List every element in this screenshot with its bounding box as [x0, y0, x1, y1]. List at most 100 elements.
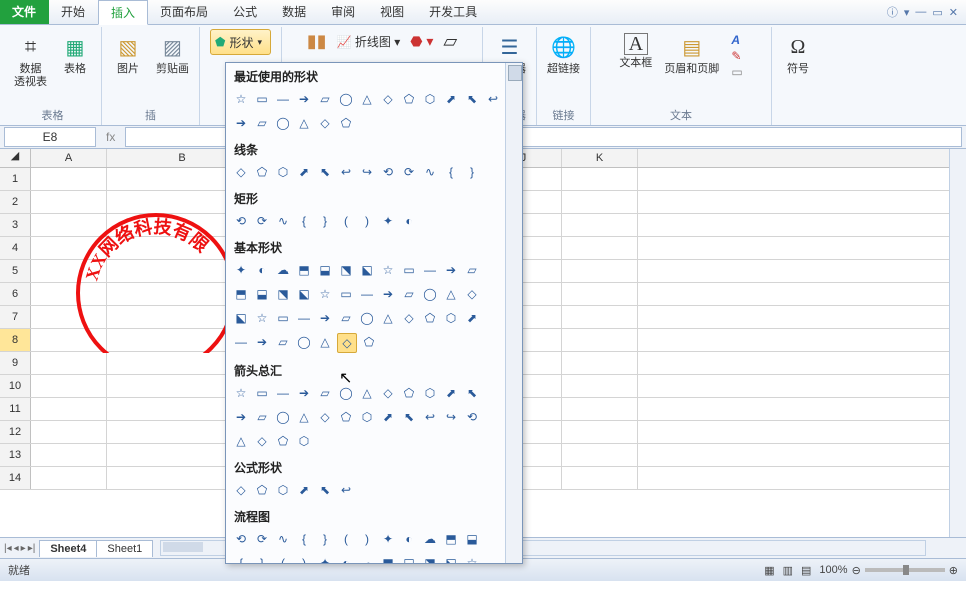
minimize-icon[interactable]: — — [915, 6, 926, 18]
shape-option[interactable]: ◐ — [253, 261, 271, 279]
cell[interactable] — [31, 329, 107, 351]
shape-option[interactable]: ⟲ — [379, 163, 397, 181]
cell[interactable] — [31, 260, 107, 282]
shape-option[interactable]: — — [274, 90, 292, 108]
shape-option[interactable]: ⟲ — [232, 212, 250, 230]
shape-option[interactable]: ▱ — [274, 333, 292, 351]
close-icon[interactable]: ✕ — [949, 6, 958, 19]
row-header[interactable]: 9 — [0, 352, 31, 374]
maximize-icon[interactable]: ▭ — [932, 6, 942, 19]
shape-option[interactable]: ▱ — [316, 384, 334, 402]
shape-option[interactable]: ☆ — [316, 285, 334, 303]
row-header[interactable]: 12 — [0, 421, 31, 443]
row-header[interactable]: 14 — [0, 467, 31, 489]
cell[interactable] — [31, 168, 107, 190]
shape-option[interactable]: ◇ — [232, 163, 250, 181]
shape-option[interactable]: ⟲ — [463, 408, 481, 426]
tab-审阅[interactable]: 审阅 — [319, 0, 368, 24]
cell[interactable] — [31, 398, 107, 420]
shape-option[interactable]: ▱ — [253, 114, 271, 132]
row-header[interactable]: 10 — [0, 375, 31, 397]
shape-option[interactable]: ⬈ — [442, 90, 460, 108]
cell[interactable] — [31, 375, 107, 397]
sheet-tab[interactable]: Sheet1 — [96, 540, 153, 557]
picture-button[interactable]: ▧图片 — [112, 33, 144, 76]
shape-option[interactable]: ⬉ — [400, 408, 418, 426]
wordart-icon[interactable]: A — [731, 33, 742, 47]
shape-option[interactable]: ☆ — [379, 261, 397, 279]
shape-option[interactable]: ◯ — [337, 90, 355, 108]
tab-数据[interactable]: 数据 — [270, 0, 319, 24]
line-chart-button[interactable]: 📈 折线图 ▾ — [337, 33, 401, 50]
cell[interactable] — [562, 352, 638, 374]
clipart-button[interactable]: ▨剪贴画 — [156, 33, 189, 76]
shape-option[interactable]: ◐ — [400, 530, 418, 548]
shape-option[interactable]: ◇ — [379, 384, 397, 402]
col-header[interactable]: A — [31, 149, 107, 167]
shape-option[interactable]: — — [295, 309, 313, 327]
shape-option[interactable]: ◐ — [400, 212, 418, 230]
shape-option[interactable]: ⬠ — [337, 114, 355, 132]
shape-option[interactable]: } — [463, 163, 481, 181]
shape-option[interactable]: ⬉ — [463, 384, 481, 402]
cell[interactable] — [562, 168, 638, 190]
shape-option[interactable]: ◇ — [316, 114, 334, 132]
shape-option[interactable]: △ — [232, 432, 250, 450]
shape-option[interactable]: ⬉ — [316, 163, 334, 181]
shape-option[interactable]: ⬕ — [358, 261, 376, 279]
shape-option[interactable]: ( — [337, 530, 355, 548]
shape-option[interactable]: ⬠ — [360, 333, 378, 351]
shape-option[interactable]: ◇ — [253, 432, 271, 450]
cell[interactable] — [31, 214, 107, 236]
shape-option[interactable]: ↪ — [442, 408, 460, 426]
signature-icon[interactable]: ✎ — [731, 49, 742, 63]
shape-option[interactable]: ⬡ — [274, 163, 292, 181]
tab-公式[interactable]: 公式 — [221, 0, 270, 24]
shape-option[interactable]: ▭ — [253, 90, 271, 108]
shape-option[interactable]: — — [274, 384, 292, 402]
shape-option[interactable]: ⬡ — [442, 309, 460, 327]
view-layout-icon[interactable]: ▥ — [783, 564, 793, 577]
shape-option[interactable]: ◯ — [274, 114, 292, 132]
row-header[interactable]: 5 — [0, 260, 31, 282]
shape-option[interactable]: ◐ — [337, 554, 355, 564]
shape-option[interactable]: ⬠ — [400, 90, 418, 108]
cell[interactable] — [562, 260, 638, 282]
shape-option[interactable]: △ — [295, 114, 313, 132]
tab-视图[interactable]: 视图 — [368, 0, 417, 24]
shape-option[interactable]: △ — [358, 384, 376, 402]
shape-option[interactable]: ▭ — [274, 309, 292, 327]
shape-option[interactable]: ➔ — [295, 90, 313, 108]
shape-option[interactable]: ⟳ — [253, 212, 271, 230]
shape-option[interactable]: ⬠ — [421, 309, 439, 327]
shape-option[interactable]: ▭ — [253, 384, 271, 402]
shape-option[interactable]: ) — [358, 212, 376, 230]
cell[interactable] — [562, 421, 638, 443]
cell[interactable] — [31, 352, 107, 374]
shape-option[interactable]: ⬈ — [442, 384, 460, 402]
row-header[interactable]: 8 — [0, 329, 31, 351]
shape-option[interactable]: { — [232, 554, 250, 564]
shape-option[interactable]: ⬒ — [295, 261, 313, 279]
shapes-dropdown-button[interactable]: ⬟ 形状 ▾ — [210, 29, 271, 55]
shape-option[interactable]: ⬓ — [316, 261, 334, 279]
cell[interactable] — [562, 191, 638, 213]
hyperlink-button[interactable]: 🌐超链接 — [547, 33, 580, 76]
shape-option[interactable]: ⬕ — [295, 285, 313, 303]
ribbon-collapse-icon[interactable]: ▾ — [904, 6, 910, 19]
shape-option[interactable]: ⟲ — [232, 530, 250, 548]
cell[interactable] — [562, 467, 638, 489]
shape-option[interactable]: ◇ — [232, 481, 250, 499]
shape-option[interactable]: ◇ — [463, 285, 481, 303]
row-header[interactable]: 11 — [0, 398, 31, 420]
shape-option[interactable]: ⬓ — [463, 530, 481, 548]
shape-option[interactable]: ⟳ — [400, 163, 418, 181]
cell[interactable] — [562, 237, 638, 259]
cell[interactable] — [562, 306, 638, 328]
row-header[interactable]: 6 — [0, 283, 31, 305]
cell[interactable] — [562, 329, 638, 351]
shape-option[interactable]: ⬠ — [400, 384, 418, 402]
shape-option[interactable]: ➔ — [295, 384, 313, 402]
cell[interactable] — [562, 444, 638, 466]
pivottable-button[interactable]: ⌗数据 透视表 — [14, 33, 47, 89]
